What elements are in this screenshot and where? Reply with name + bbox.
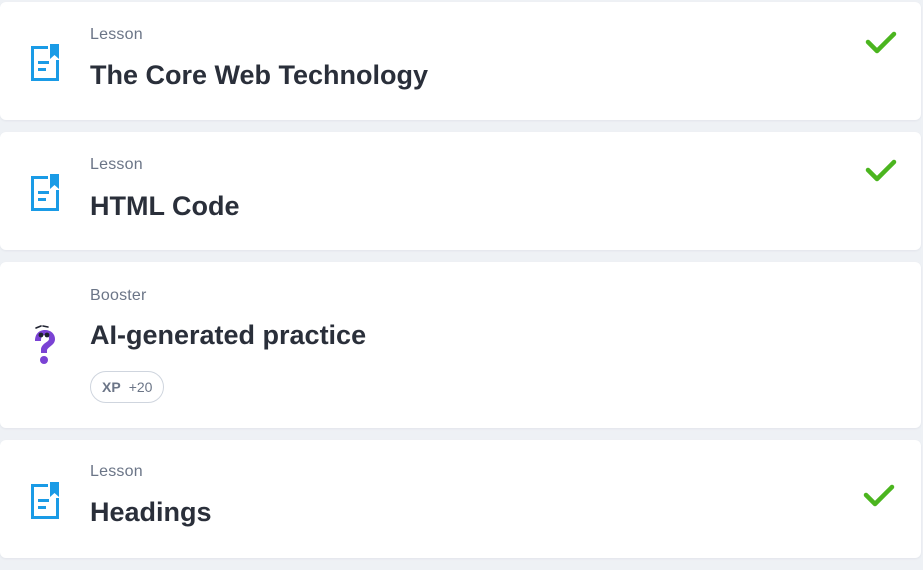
card-type-label: Lesson xyxy=(90,26,143,43)
check-icon xyxy=(865,159,897,182)
lesson-document-icon xyxy=(31,44,59,81)
card-type-label: Lesson xyxy=(90,463,143,480)
lesson-document-icon xyxy=(31,174,59,211)
lesson-card[interactable]: Lesson Headings xyxy=(0,440,921,558)
xp-value: +20 xyxy=(128,379,153,395)
card-type-label: Booster xyxy=(90,287,147,304)
card-title: The Core Web Technology xyxy=(90,60,429,90)
question-mark-character-icon xyxy=(35,325,55,364)
xp-badge: XP +20 xyxy=(90,371,165,403)
lesson-card[interactable]: Lesson HTML Code xyxy=(0,132,921,250)
check-icon xyxy=(863,484,895,507)
xp-label: XP xyxy=(102,379,121,395)
booster-card[interactable]: Booster AI-generated practice XP +20 xyxy=(0,262,921,428)
check-icon xyxy=(865,31,897,54)
card-title: AI-generated practice xyxy=(90,320,367,350)
card-title: Headings xyxy=(90,497,212,527)
lesson-document-icon xyxy=(31,482,59,519)
lesson-list: Lesson The Core Web Technology Lesson HT… xyxy=(0,0,923,570)
card-type-label: Lesson xyxy=(90,156,143,173)
lesson-card[interactable]: Lesson The Core Web Technology xyxy=(0,2,921,120)
card-title: HTML Code xyxy=(90,191,240,221)
